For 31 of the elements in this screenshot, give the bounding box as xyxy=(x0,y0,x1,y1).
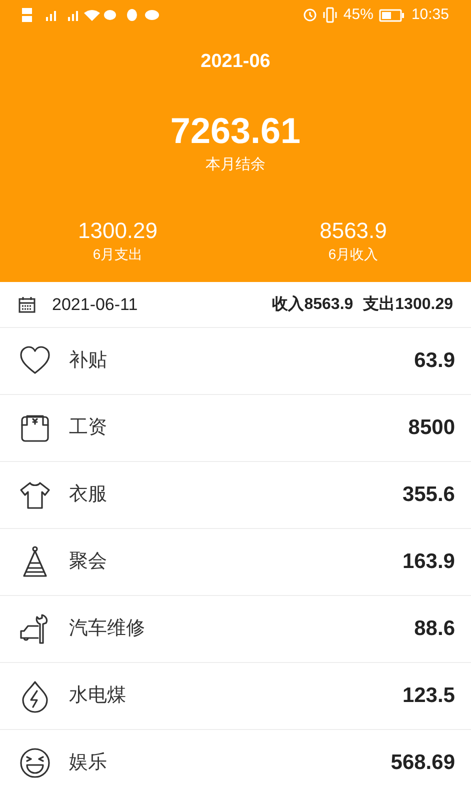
battery-percent: 45% xyxy=(343,4,374,25)
day-income: 收入8563.9 xyxy=(272,294,354,314)
category-name: 汽车维修 xyxy=(69,616,145,641)
expense-label: 6月支出 xyxy=(92,245,143,264)
category-name: 娱乐 xyxy=(69,750,107,775)
entry-amount: 355.6 xyxy=(402,482,455,508)
battery-icon xyxy=(379,8,406,22)
entry-amount: 63.9 xyxy=(414,348,455,374)
alarm-icon xyxy=(303,8,318,22)
day-date: 2021-06-11 xyxy=(52,294,138,316)
category-name: 水电煤 xyxy=(69,684,126,708)
income-amount: 8563.9 xyxy=(320,218,387,244)
entry-amount: 123.5 xyxy=(402,683,455,710)
entry-amount: 568.69 xyxy=(390,750,455,776)
month-title: 2021-06 xyxy=(200,50,270,74)
calendar-icon xyxy=(18,296,36,314)
day-expense: 支出1300.29 xyxy=(363,294,453,314)
vibrate-icon xyxy=(323,7,338,23)
income-label: 6月收入 xyxy=(328,245,378,264)
expense-amount: 1300.29 xyxy=(78,218,158,244)
entry-amount: 8500 xyxy=(408,415,455,442)
category-name: 衣服 xyxy=(69,482,107,507)
balance-label: 本月结余 xyxy=(206,154,266,174)
clock-time: 10:35 xyxy=(411,4,449,25)
category-name: 聚会 xyxy=(69,550,107,574)
entry-amount: 88.6 xyxy=(414,616,455,642)
category-name: 补贴 xyxy=(69,348,107,373)
balance-amount: 7263.61 xyxy=(170,110,301,152)
category-name: 工资 xyxy=(69,416,107,440)
entry-amount: 163.9 xyxy=(402,549,455,576)
laughing-face-icon xyxy=(18,746,52,780)
